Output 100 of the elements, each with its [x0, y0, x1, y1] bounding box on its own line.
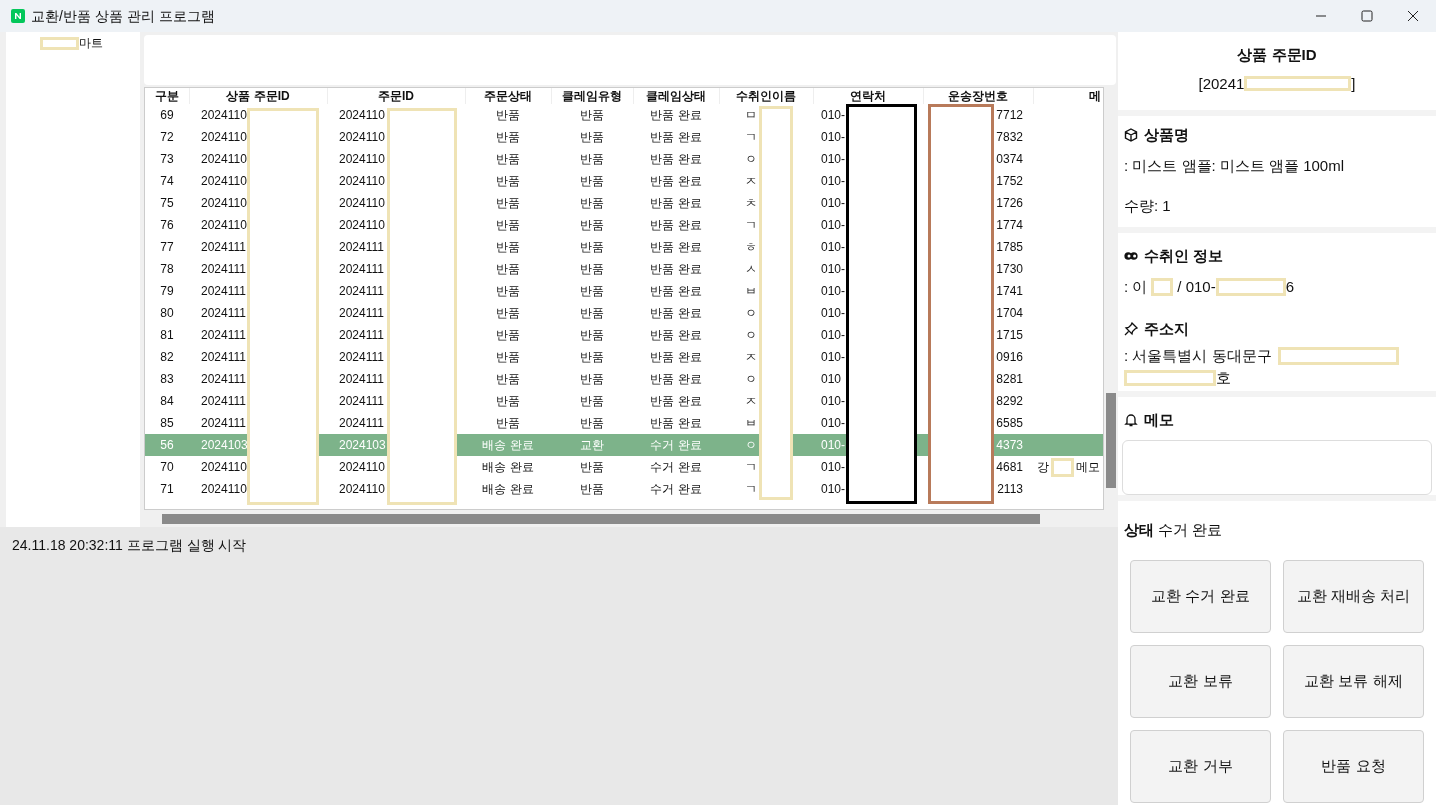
table-cell-text: 반품 완료	[649, 239, 703, 256]
table-cell-text: 2024110	[200, 173, 248, 190]
action-button[interactable]: 교환 재배송 처리	[1283, 559, 1424, 633]
table-cell-text: 76	[159, 217, 175, 234]
table-cell-text: 2024110	[338, 217, 386, 234]
table-cell-text: 010-	[820, 129, 847, 146]
table-cell: 교환	[551, 434, 633, 456]
table-cell-text: 반품 완료	[649, 305, 703, 322]
memo-text: 메모	[1076, 459, 1100, 476]
table-cell-text: 1774	[995, 217, 1024, 234]
table-cell-text: 2024110	[200, 151, 248, 168]
table-cell: 수거 완료	[633, 456, 719, 478]
table-cell-text: 8281	[995, 371, 1024, 388]
table-cell-text: 2024110	[338, 481, 386, 498]
action-button[interactable]: 교환 보류	[1130, 644, 1271, 718]
log-line: 24.11.18 20:32:11 프로그램 실행 시작	[12, 536, 248, 555]
section-title: 주소지	[1144, 319, 1189, 339]
section-title: 상품명	[1144, 125, 1189, 145]
recipient-text: / 010-	[1177, 276, 1216, 297]
card-title: 상품 주문ID	[1237, 45, 1317, 65]
table-cell-text: ㅅ	[744, 261, 758, 278]
table-cell-text: 010-	[820, 151, 847, 168]
table-cell: 반품	[551, 456, 633, 478]
table-cell-text: 2024111	[200, 261, 247, 278]
table-cell-text: 반품	[495, 327, 521, 344]
table-cell-text: 반품	[495, 239, 521, 256]
table-cell-text: 2024111	[200, 371, 247, 388]
sidebar-item[interactable]: 마트	[79, 34, 103, 52]
table-cell: 2024110	[327, 456, 465, 478]
table-cell-text: 7832	[995, 129, 1024, 146]
table-cell-text: 2113	[996, 481, 1024, 498]
table-cell-text: 72	[159, 129, 175, 146]
maximize-icon	[1361, 10, 1373, 22]
section-title: 메모	[1144, 410, 1174, 430]
table-cell-text: 반품 완료	[649, 283, 703, 300]
table-cell-text: ㄱ	[744, 481, 758, 498]
table-cell-text: 010-	[820, 283, 847, 300]
table-cell-text: 2024111	[338, 371, 385, 388]
column-header[interactable]: 주문ID	[378, 89, 414, 103]
table-cell-text: 반품	[495, 195, 521, 212]
table-cell-text: 2024111	[200, 393, 247, 410]
scrollbar-thumb[interactable]	[1106, 393, 1116, 488]
table-cell-text: 0916	[995, 349, 1024, 366]
table-cell-text: 75	[159, 195, 175, 212]
table-cell-text: 010-	[820, 195, 847, 212]
table-cell-text: 1752	[995, 173, 1024, 190]
table-cell-text: 1741	[995, 283, 1024, 300]
scrollbar-thumb[interactable]	[162, 514, 1040, 524]
table-cell-text: 반품 완료	[649, 393, 703, 410]
table-cell-text: 79	[159, 283, 175, 300]
action-button[interactable]: 교환 수거 완료	[1130, 559, 1271, 633]
table-cell-text: 반품	[495, 393, 521, 410]
table-cell-text: 73	[159, 151, 175, 168]
column-header[interactable]: 클레임상태	[646, 89, 706, 103]
table-cell-text: 반품 완료	[649, 173, 703, 190]
table-cell-text: 반품 완료	[649, 195, 703, 212]
table-cell-text: ㅊ	[744, 195, 758, 212]
section-title: 수취인 정보	[1144, 246, 1224, 266]
table-cell-text: ㅇ	[744, 305, 758, 322]
table-cell-text: 010	[820, 371, 843, 388]
status-label: 상태	[1124, 520, 1154, 540]
table-cell: 반품	[465, 104, 551, 126]
table-cell-text: 80	[159, 305, 175, 322]
table-cell-text: 반품	[579, 151, 605, 168]
table-cell-text: 82	[159, 349, 175, 366]
table-cell-text: 2024111	[338, 393, 385, 410]
column-header[interactable]: 메	[1088, 89, 1101, 103]
column-header[interactable]: 주문상태	[484, 89, 532, 103]
memo-field[interactable]	[1122, 439, 1432, 495]
column-header[interactable]: 구분	[154, 89, 179, 103]
redaction-box	[1051, 457, 1074, 477]
table-cell-text: ㅇ	[744, 371, 758, 388]
recipient-text: 6	[1285, 276, 1295, 297]
column-header[interactable]: 클레임유형	[562, 89, 622, 103]
action-button[interactable]: 교환 보류 해제	[1283, 644, 1424, 718]
table-cell: 배송 완료	[465, 456, 551, 478]
table-cell-text: 2024111	[338, 327, 385, 344]
action-button[interactable]: 교환 거부	[1130, 729, 1271, 803]
table-cell-text: 2024111	[200, 305, 247, 322]
table-cell-text: 1785	[995, 239, 1024, 256]
table-cell-text: 반품	[579, 305, 605, 322]
column-header[interactable]: 상품 주문ID	[226, 89, 290, 103]
table-cell-text: 반품	[495, 151, 521, 168]
id-text: ]	[1351, 73, 1356, 94]
close-icon	[1407, 10, 1419, 22]
table-cell: 4681	[923, 456, 1033, 478]
table-cell-text: 수거 완료	[649, 481, 703, 498]
table-cell-text: 반품	[579, 393, 605, 410]
table-cell: 70	[145, 456, 189, 478]
column-header[interactable]: 수취인이름	[736, 89, 796, 103]
column-header[interactable]: 운송장번호	[948, 89, 1008, 103]
table-cell: 배송 완료	[465, 434, 551, 456]
column-header[interactable]: 연락처	[850, 89, 886, 103]
action-button[interactable]: 반품 요청	[1283, 729, 1424, 803]
table-cell-text: 2024111	[200, 283, 247, 300]
table-cell: 7712	[923, 104, 1033, 126]
table-cell: 수거 완료	[633, 434, 719, 456]
table-cell-text: 반품	[495, 261, 521, 278]
table-cell-text: ㄱ	[744, 129, 758, 146]
table-cell-text: 010-	[820, 481, 847, 498]
